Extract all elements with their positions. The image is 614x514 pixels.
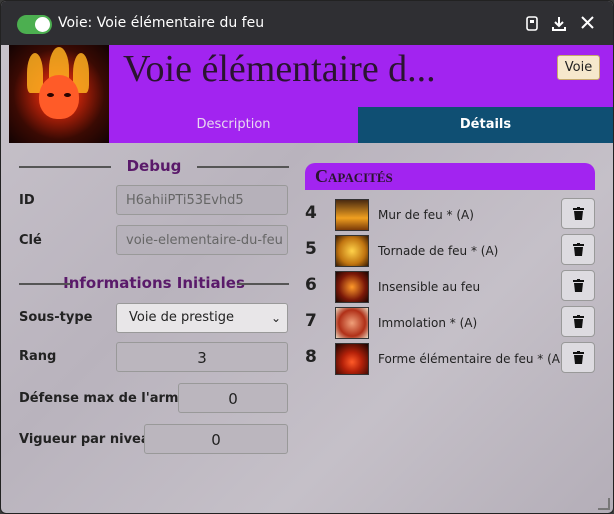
capacity-icon[interactable] [335, 307, 369, 339]
capacity-rank: 6 [305, 275, 317, 295]
resize-handle[interactable] [598, 498, 610, 510]
delete-capacity-button[interactable] [561, 198, 595, 229]
tab-details[interactable]: Détails [358, 107, 613, 143]
vigor-label: Vigueur par niveau [19, 432, 159, 447]
item-name[interactable]: Voie élémentaire d... [123, 47, 436, 91]
subtype-select[interactable]: Voie de prestige ⌄ [116, 303, 288, 333]
capacity-rank: 5 [305, 239, 317, 259]
rank-label: Rang [19, 349, 57, 364]
vigor-field[interactable]: 0 [144, 424, 288, 454]
capacities-heading: Capacités [305, 163, 595, 190]
capacity-name[interactable]: Mur de feu * (A) [378, 208, 474, 222]
capacity-name[interactable]: Insensible au feu [378, 280, 480, 294]
sheet-header: Voie élémentaire d... Voie Description D… [9, 45, 613, 143]
trash-icon [573, 315, 584, 328]
type-badge: Voie [557, 55, 600, 80]
key-field: voie-elementaire-du-feu [116, 225, 288, 255]
id-label: ID [19, 193, 35, 208]
capacity-row: 5 Tornade de feu * (A) [301, 234, 601, 267]
capacity-icon[interactable] [335, 199, 369, 231]
trash-icon [573, 351, 584, 364]
trash-icon [573, 243, 584, 256]
armor-field[interactable]: 0 [178, 383, 288, 413]
download-icon[interactable] [551, 16, 567, 32]
capacity-rank: 7 [305, 311, 317, 331]
window-titlebar[interactable]: Voie: Voie élémentaire du feu [1, 1, 613, 45]
sheet-tabs: Description Détails [109, 107, 613, 143]
toggle-switch[interactable] [17, 15, 52, 34]
capacity-rank: 8 [305, 347, 317, 367]
close-icon[interactable] [579, 16, 595, 32]
capacity-icon[interactable] [335, 271, 369, 303]
info-heading: Informations Initiales [19, 274, 289, 292]
capacity-row: 6 Insensible au feu [301, 270, 601, 303]
capacity-name[interactable]: Tornade de feu * (A) [378, 244, 498, 258]
book-icon[interactable] [524, 16, 540, 32]
trash-icon [573, 279, 584, 292]
capacity-icon[interactable] [335, 235, 369, 267]
debug-heading: Debug [19, 157, 289, 175]
chevron-down-icon: ⌄ [270, 311, 281, 325]
delete-capacity-button[interactable] [561, 234, 595, 265]
id-field: H6ahiiPTi53Evhd5 [116, 185, 288, 215]
sheet-window: Voie: Voie élémentaire du feu Voie éléme… [0, 0, 614, 514]
tab-description[interactable]: Description [109, 107, 358, 143]
capacity-name[interactable]: Immolation * (A) [378, 316, 477, 330]
subtype-value: Voie de prestige [129, 310, 235, 325]
window-title: Voie: Voie élémentaire du feu [58, 15, 265, 31]
capacity-icon[interactable] [335, 343, 369, 375]
delete-capacity-button[interactable] [561, 270, 595, 301]
key-label: Clé [19, 233, 42, 248]
capacity-name[interactable]: Forme élémentaire de feu * (A) [378, 352, 565, 366]
rank-field[interactable]: 3 [116, 342, 288, 372]
capacity-row: 8 Forme élémentaire de feu * (A) [301, 342, 601, 375]
capacity-row: 7 Immolation * (A) [301, 306, 601, 339]
subtype-label: Sous-type [19, 310, 93, 325]
capacity-rank: 4 [305, 203, 317, 223]
armor-label: Défense max de l'armure [19, 391, 203, 406]
capacity-row: 4 Mur de feu * (A) [301, 198, 601, 231]
delete-capacity-button[interactable] [561, 306, 595, 337]
trash-icon [573, 207, 584, 220]
path-portrait-image[interactable] [9, 45, 109, 143]
delete-capacity-button[interactable] [561, 342, 595, 373]
